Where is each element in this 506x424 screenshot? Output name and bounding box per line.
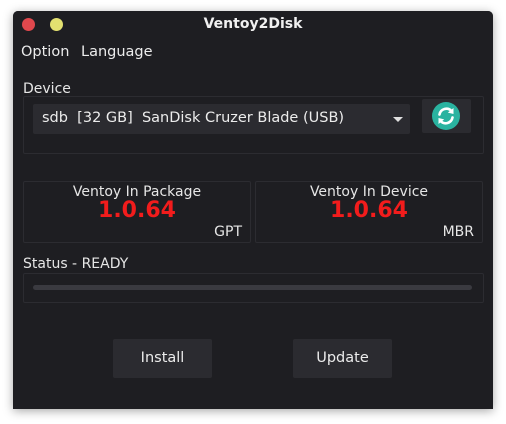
- package-version-panel: Ventoy In Package 1.0.64 GPT: [23, 181, 251, 243]
- package-version: 1.0.64: [98, 198, 176, 223]
- status-text: Status - READY: [23, 256, 129, 272]
- device-partition-style: MBR: [442, 224, 474, 240]
- device-version: 1.0.64: [330, 198, 408, 223]
- menu-bar: Option Language: [13, 41, 493, 65]
- menu-language[interactable]: Language: [81, 44, 153, 60]
- progress-bar: [33, 285, 472, 290]
- device-select[interactable]: sdb [32 GB] SanDisk Cruzer Blade (USB): [33, 104, 410, 134]
- title-bar[interactable]: Ventoy2Disk: [13, 11, 493, 39]
- device-version-panel: Ventoy In Device 1.0.64 MBR: [255, 181, 483, 243]
- status-group: [23, 273, 484, 303]
- menu-option[interactable]: Option: [21, 44, 69, 60]
- install-button[interactable]: Install: [113, 339, 212, 378]
- refresh-icon: [432, 102, 460, 130]
- device-select-value: sdb [32 GB] SanDisk Cruzer Blade (USB): [42, 110, 345, 126]
- chevron-down-icon: [393, 117, 403, 122]
- update-button[interactable]: Update: [293, 339, 392, 378]
- device-label: Device: [23, 81, 71, 97]
- package-partition-style: GPT: [214, 224, 242, 240]
- refresh-button[interactable]: [422, 99, 471, 133]
- ventoy2disk-window: Ventoy2Disk Option Language Device sdb […: [13, 11, 493, 409]
- window-title: Ventoy2Disk: [203, 16, 303, 32]
